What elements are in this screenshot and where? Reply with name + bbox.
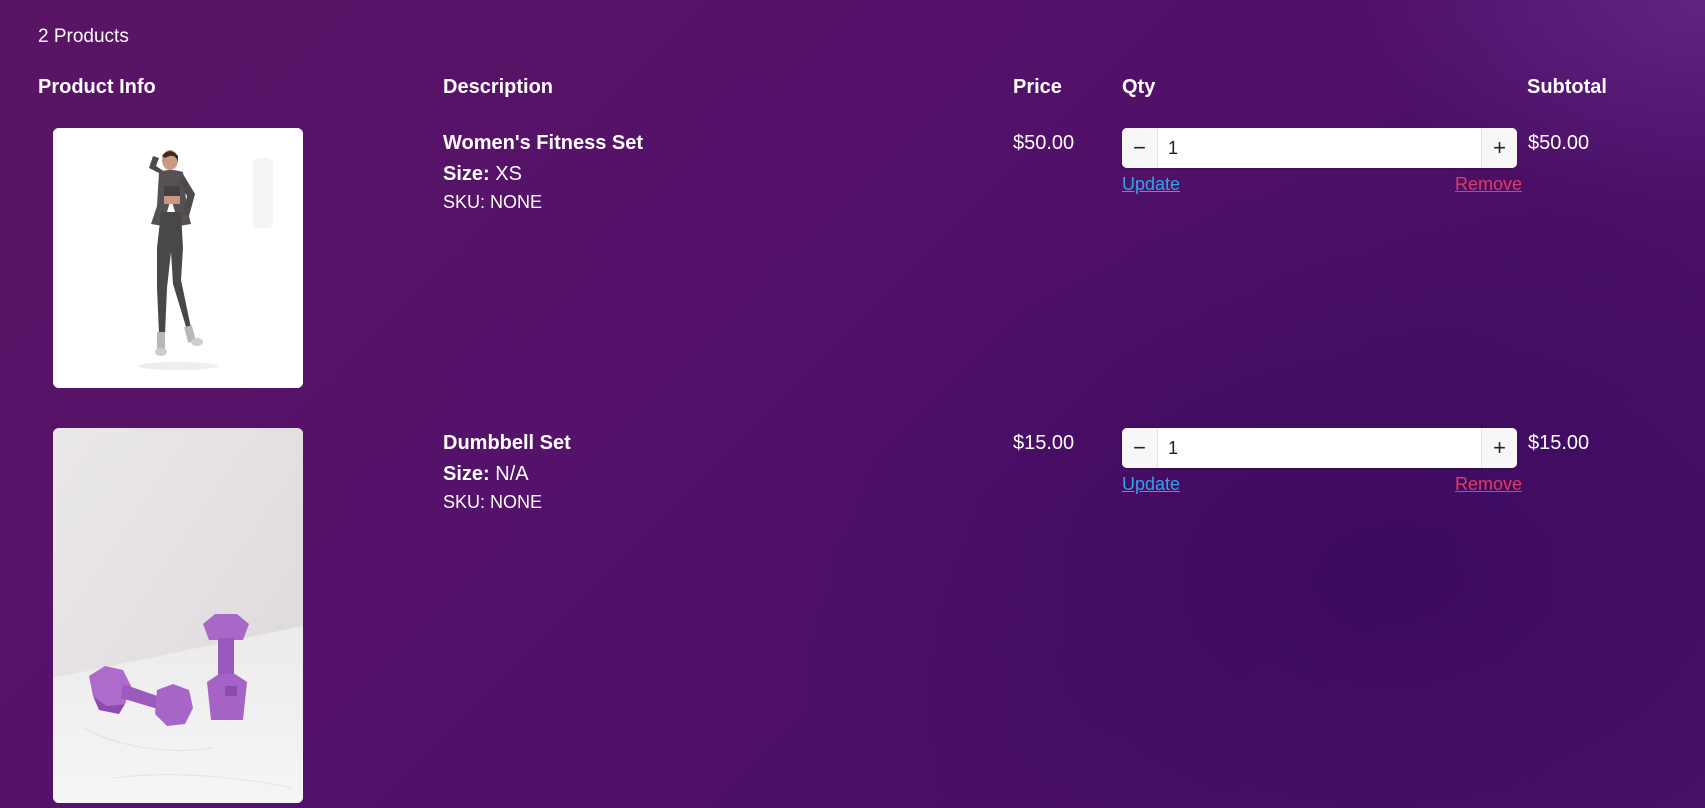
size-value: XS xyxy=(495,163,522,185)
increase-qty-button[interactable]: + xyxy=(1481,428,1517,468)
update-link[interactable]: Update xyxy=(1122,174,1180,195)
product-price: $15.00 xyxy=(1013,432,1075,454)
dumbbells-photo-icon xyxy=(53,428,303,803)
increase-qty-button[interactable]: + xyxy=(1481,128,1517,168)
product-description: Dumbbell Set Size: N/A SKU: NONE xyxy=(443,432,571,513)
product-sku: SKU: NONE xyxy=(443,192,543,212)
product-subtotal: $50.00 xyxy=(1528,132,1590,154)
column-header-qty: Qty xyxy=(1122,76,1156,98)
product-image-dumbbell-set[interactable] xyxy=(53,428,303,803)
product-name[interactable]: Women's Fitness Set xyxy=(443,132,643,155)
product-sku: SKU: NONE xyxy=(443,492,543,512)
product-subtotal: $15.00 xyxy=(1528,432,1590,454)
column-header-product-info: Product Info xyxy=(38,76,156,98)
column-header-price: Price xyxy=(1013,76,1062,98)
cart-table-header: Product Info Description Price Qty Subto… xyxy=(0,76,1705,102)
column-header-subtotal: Subtotal xyxy=(1527,76,1607,98)
size-label: Size: xyxy=(443,163,490,185)
decrease-qty-button[interactable]: − xyxy=(1122,428,1158,468)
size-value: N/A xyxy=(495,463,529,485)
product-image-fitness-set[interactable] xyxy=(53,128,303,388)
update-link[interactable]: Update xyxy=(1122,474,1180,495)
quantity-input[interactable] xyxy=(1158,128,1481,168)
product-size: Size: XS xyxy=(443,163,643,186)
remove-link[interactable]: Remove xyxy=(1455,474,1522,495)
product-description: Women's Fitness Set Size: XS SKU: NONE xyxy=(443,132,643,213)
remove-link[interactable]: Remove xyxy=(1455,174,1522,195)
decrease-qty-button[interactable]: − xyxy=(1122,128,1158,168)
product-name[interactable]: Dumbbell Set xyxy=(443,432,571,455)
product-count: 2 Products xyxy=(38,26,129,47)
quantity-input[interactable] xyxy=(1158,428,1481,468)
column-header-description: Description xyxy=(443,76,554,98)
size-label: Size: xyxy=(443,463,490,485)
product-size: Size: N/A xyxy=(443,463,571,486)
quantity-stepper: − + xyxy=(1122,428,1517,468)
quantity-stepper: − + xyxy=(1122,128,1517,168)
product-price: $50.00 xyxy=(1013,132,1075,154)
woman-fitness-photo-icon xyxy=(53,128,303,388)
